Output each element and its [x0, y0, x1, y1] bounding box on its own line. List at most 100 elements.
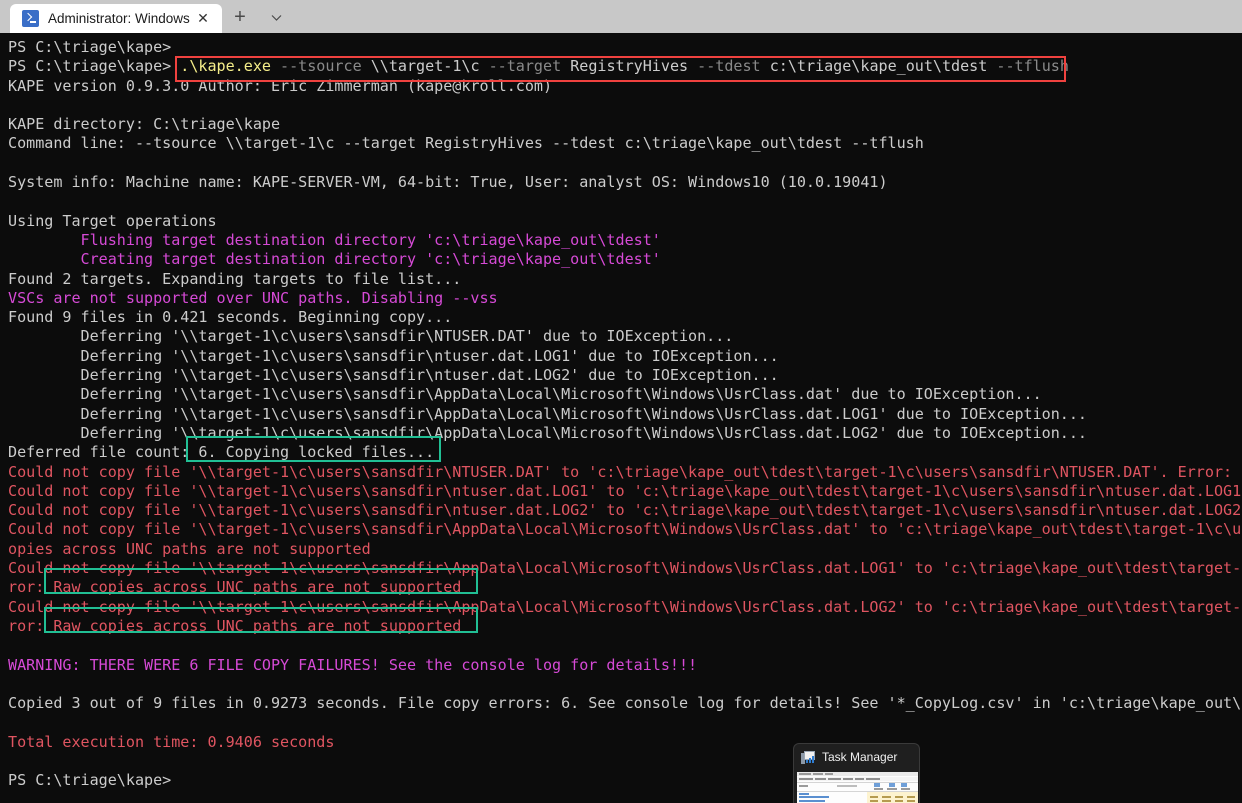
terminal-line-prompt-2: PS C:\triage\kape> — [8, 771, 1242, 790]
terminal-text: WARNING: THERE WERE 6 FILE COPY FAILURES… — [8, 655, 698, 674]
terminal-text: --tflush — [996, 57, 1069, 76]
terminal-line-defer-1: Deferring '\\target-1\c\users\sansdfir\N… — [8, 327, 1242, 346]
thumbnail-detail — [799, 773, 811, 775]
thumbnail-detail — [907, 800, 915, 802]
terminal-line-blank-6 — [8, 713, 1242, 732]
chevron-down-icon[interactable] — [258, 1, 294, 33]
terminal-line-blank-4 — [8, 636, 1242, 655]
thumbnail-detail — [837, 785, 857, 787]
thumbnail-detail — [797, 782, 918, 783]
terminal-line-found-targets: Found 2 targets. Expanding targets to fi… — [8, 270, 1242, 289]
terminal-text: Could not copy file '\\target-1\c\users\… — [8, 501, 1242, 520]
close-icon[interactable]: ✕ — [190, 6, 216, 32]
terminal-text: Could not copy file '\\target-1\c\users\… — [8, 462, 1242, 481]
terminal-text: Found 2 targets. Expanding targets to fi… — [8, 269, 462, 288]
terminal-text: System info: Machine name: KAPE-SERVER-V… — [8, 173, 888, 192]
terminal-line-blank-2 — [8, 154, 1242, 173]
terminal-line-blank-3 — [8, 192, 1242, 211]
terminal-line-defer-3: Deferring '\\target-1\c\users\sansdfir\n… — [8, 366, 1242, 385]
terminal-line-err-6b: ror: Raw copies across UNC paths are not… — [8, 617, 1242, 636]
thumbnail-detail — [828, 778, 841, 780]
terminal-text: Deferring '\\target-1\c\users\sansdfir\n… — [8, 346, 779, 365]
thumbnail-detail — [799, 778, 813, 780]
terminal-line-kape-version: KAPE version 0.9.3.0 Author: Eric Zimmer… — [8, 77, 1242, 96]
terminal-text: --tdest — [697, 57, 770, 76]
thumbnail-detail — [887, 788, 897, 790]
terminal-text: ror: Raw copies across UNC paths are not… — [8, 616, 462, 635]
terminal-text: Command line: --tsource \\target-1\c --t… — [8, 134, 924, 153]
terminal-text: RegistryHives — [570, 57, 698, 76]
thumbnail-detail — [874, 783, 880, 787]
thumbnail-detail — [901, 788, 910, 790]
terminal-text: KAPE directory: C:\triage\kape — [8, 115, 281, 134]
terminal-line-err-4b: opies across UNC paths are not supported — [8, 540, 1242, 559]
terminal-line-deferred-count: Deferred file count: 6. Copying locked f… — [8, 443, 1242, 462]
thumbnail-detail — [815, 778, 826, 780]
terminal-text: Found 9 files in 0.421 seconds. Beginnin… — [8, 308, 453, 327]
tab-strip: Administrator: Windows PowerS ✕ + — [0, 0, 294, 33]
terminal-text: Deferring '\\target-1\c\users\sansdfir\A… — [8, 404, 1087, 423]
thumbnail-detail — [799, 800, 825, 802]
new-tab-icon[interactable]: + — [222, 1, 258, 33]
thumbnail-detail — [901, 783, 907, 787]
thumbnail-detail — [866, 778, 880, 780]
terminal-line-err-3: Could not copy file '\\target-1\c\users\… — [8, 501, 1242, 520]
terminal-text: PS C:\triage\kape> — [8, 57, 181, 76]
terminal-text: PS C:\triage\kape> — [8, 38, 172, 56]
terminal-text: Using Target operations — [8, 211, 217, 230]
terminal-line-system-info: System info: Machine name: KAPE-SERVER-V… — [8, 173, 1242, 192]
terminal-text: \\target-1\c — [370, 57, 489, 76]
terminal-text: Could not copy file '\\target-1\c\users\… — [8, 520, 1242, 539]
thumbnail-detail — [855, 778, 864, 780]
task-manager-icon — [801, 750, 815, 764]
terminal-text: PS C:\triage\kape> — [8, 771, 172, 790]
thumbnail-detail — [870, 800, 878, 802]
terminal-console[interactable]: PS C:\triage\kape> PS C:\triage\kape> .\k… — [0, 33, 1242, 803]
thumbnail-detail — [895, 800, 903, 802]
thumbnail-detail — [870, 796, 878, 798]
tab-title: Administrator: Windows PowerS — [48, 11, 190, 26]
terminal-line-flushing-dir: Flushing target destination directory 'c… — [8, 231, 1242, 250]
thumbnail-window-preview[interactable] — [797, 772, 918, 803]
terminal-line-command-line-echo: Command line: --tsource \\target-1\c --t… — [8, 134, 1242, 153]
thumbnail-detail — [843, 778, 853, 780]
terminal-line-warning-failures: WARNING: THERE WERE 6 FILE COPY FAILURES… — [8, 656, 1242, 675]
taskbar-thumbnail-preview-task-manager[interactable]: Task Manager — [793, 743, 920, 803]
terminal-text: opies across UNC paths are not supported — [8, 539, 371, 558]
terminal-text: Deferring '\\target-1\c\users\sansdfir\N… — [8, 327, 734, 346]
terminal-line-err-5a: Could not copy file '\\target-1\c\users\… — [8, 559, 1242, 578]
terminal-text: Deferring '\\target-1\c\users\sansdfir\A… — [8, 385, 1042, 404]
terminal-text: --target — [488, 57, 571, 76]
terminal-line-defer-5: Deferring '\\target-1\c\users\sansdfir\A… — [8, 405, 1242, 424]
thumbnail-detail — [889, 783, 895, 787]
terminal-line-using-target-operations: Using Target operations — [8, 212, 1242, 231]
terminal-line-err-2: Could not copy file '\\target-1\c\users\… — [8, 482, 1242, 501]
terminal-text: KAPE version 0.9.3.0 Author: Eric Zimmer… — [8, 76, 553, 95]
terminal-line-creating-dir: Creating target destination directory 'c… — [8, 250, 1242, 269]
terminal-line-err-4a: Could not copy file '\\target-1\c\users\… — [8, 520, 1242, 539]
terminal-line-blank-5 — [8, 675, 1242, 694]
tab-powershell[interactable]: Administrator: Windows PowerS ✕ — [10, 4, 222, 33]
terminal-text: Deferring '\\target-1\c\users\sansdfir\A… — [8, 423, 1087, 442]
terminal-line-defer-2: Deferring '\\target-1\c\users\sansdfir\n… — [8, 347, 1242, 366]
thumbnail-detail — [813, 773, 823, 775]
terminal-text: Flushing target destination directory 'c… — [8, 230, 661, 249]
terminal-line-blank-7 — [8, 752, 1242, 771]
terminal-text: .\kape.exe — [180, 57, 281, 76]
terminal-text: VSCs are not supported over UNC paths. D… — [8, 288, 498, 307]
terminal-line-defer-4: Deferring '\\target-1\c\users\sansdfir\A… — [8, 385, 1242, 404]
terminal-line-blank-1 — [8, 96, 1242, 115]
terminal-text: Deferred file count: 6. Copying locked f… — [8, 443, 435, 462]
thumbnail-detail — [907, 796, 915, 798]
terminal-text: Deferring '\\target-1\c\users\sansdfir\n… — [8, 366, 779, 385]
thumbnail-header: Task Manager — [794, 744, 919, 770]
terminal-text: --tsource — [280, 57, 371, 76]
thumbnail-detail — [882, 796, 891, 798]
terminal-line-command-line: PS C:\triage\kape> .\kape.exe --tsource … — [8, 57, 1242, 76]
thumbnail-detail — [874, 788, 883, 790]
thumbnail-detail — [882, 800, 891, 802]
terminal-line-found-files: Found 9 files in 0.421 seconds. Beginnin… — [8, 308, 1242, 327]
terminal-text: Total execution time: 0.9406 seconds — [8, 732, 335, 751]
terminal-line-prompt-1: PS C:\triage\kape> — [8, 38, 1242, 57]
terminal-text: Could not copy file '\\target-1\c\users\… — [8, 559, 1242, 578]
